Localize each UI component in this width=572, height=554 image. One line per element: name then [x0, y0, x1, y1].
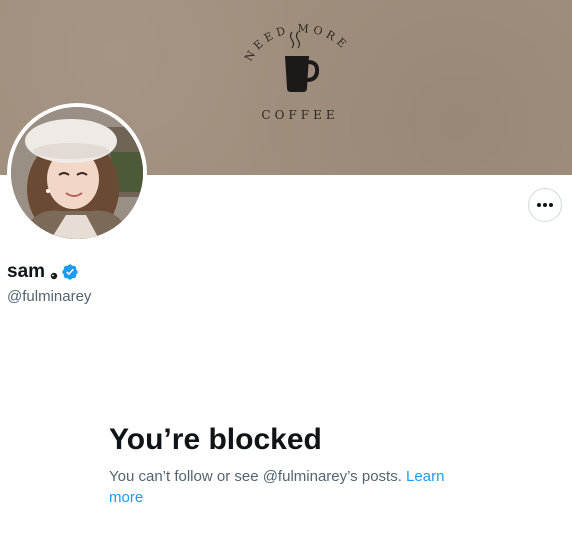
display-name: sam — [7, 261, 46, 282]
verified-badge-icon[interactable] — [61, 263, 79, 281]
avatar-photo — [11, 107, 143, 239]
blocked-description: You can’t follow or see @fulminarey’s po… — [109, 466, 469, 508]
blocked-description-text: You can’t follow or see @fulminarey’s po… — [109, 468, 402, 485]
small-face-icon — [50, 272, 58, 280]
display-name-row: sam — [7, 260, 79, 284]
more-options-button[interactable] — [528, 188, 562, 222]
blocked-title: You’re blocked — [109, 423, 322, 456]
profile-page: NEED MORE COFFEE sam @fulminarey You’re … — [0, 0, 572, 554]
user-handle: @fulminarey — [7, 288, 92, 305]
more-horizontal-icon — [537, 203, 553, 207]
banner-coffee-text: COFFEE — [261, 108, 339, 122]
avatar[interactable] — [7, 103, 147, 243]
